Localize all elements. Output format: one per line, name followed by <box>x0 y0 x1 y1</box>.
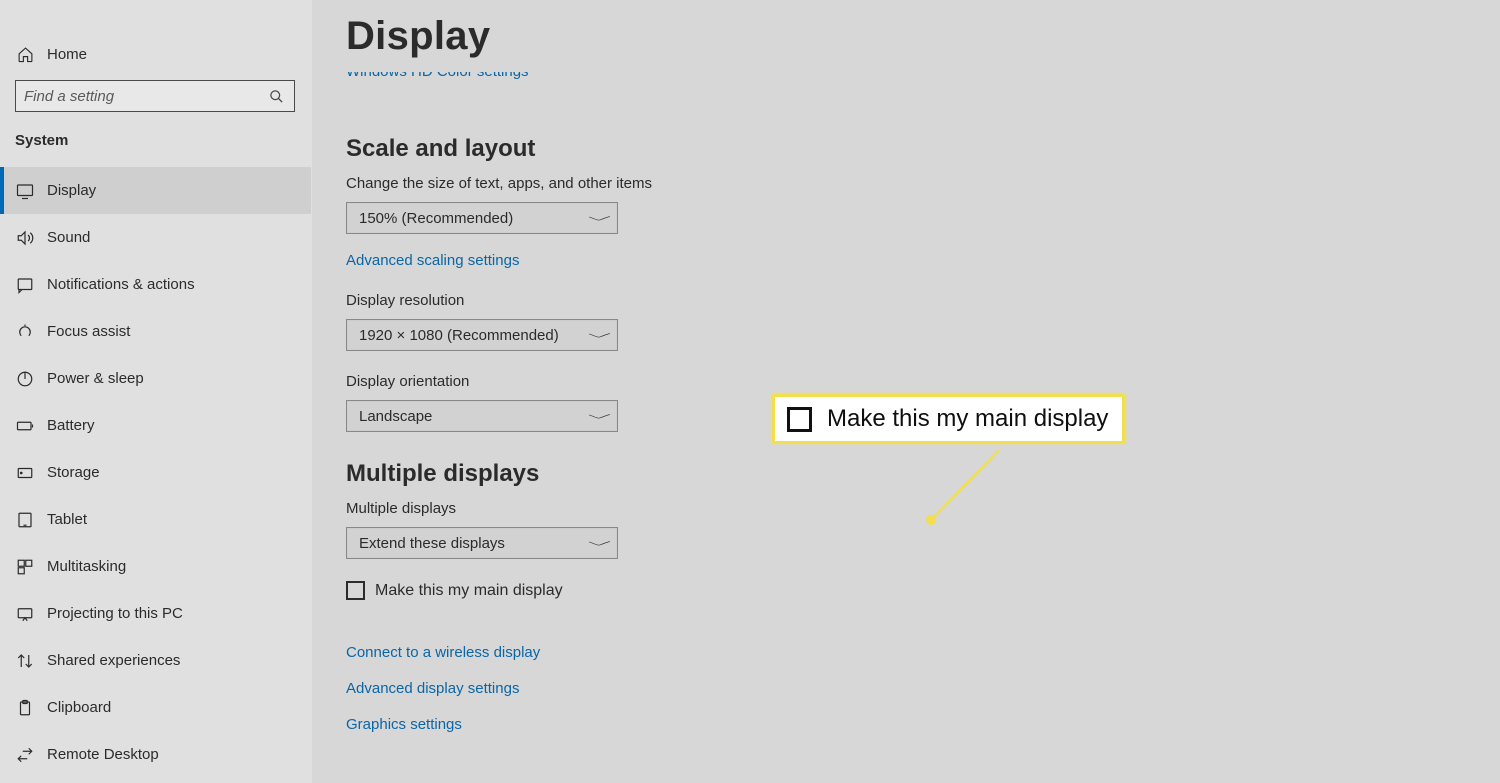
main-display-checkbox[interactable]: Make this my main display <box>346 581 1466 600</box>
sidebar-item-tablet[interactable]: Tablet <box>0 496 311 543</box>
connect-wireless-link[interactable]: Connect to a wireless display <box>346 644 1466 661</box>
sidebar-item-label: Storage <box>47 464 100 481</box>
windows-hd-color-link[interactable]: Windows HD Color settings <box>346 72 529 82</box>
multiple-displays-heading: Multiple displays <box>346 460 1466 488</box>
battery-icon <box>15 417 35 435</box>
project-icon <box>15 605 35 623</box>
home-label: Home <box>47 46 87 63</box>
sidebar-item-label: Notifications & actions <box>47 276 195 293</box>
sidebar-item-remote-desktop[interactable]: Remote Desktop <box>0 731 311 778</box>
sidebar-item-sound[interactable]: Sound <box>0 214 311 261</box>
multiple-displays-label: Multiple displays <box>346 500 1466 517</box>
orientation-dropdown[interactable]: Landscape 〱 <box>346 400 618 432</box>
main-display-checkbox-label: Make this my main display <box>375 582 563 600</box>
callout-text: Make this my main display <box>827 405 1108 433</box>
sidebar-item-label: Sound <box>47 229 90 246</box>
chevron-down-icon: 〱 <box>592 331 608 339</box>
remote-icon <box>15 746 35 764</box>
scale-layout-heading: Scale and layout <box>346 135 1466 163</box>
multiple-displays-value: Extend these displays <box>359 535 505 552</box>
orientation-value: Landscape <box>359 408 432 425</box>
sidebar-item-clipboard[interactable]: Clipboard <box>0 684 311 731</box>
search-icon <box>266 89 286 104</box>
sidebar-item-label: Remote Desktop <box>47 746 159 763</box>
search-placeholder: Find a setting <box>24 88 114 105</box>
resolution-value: 1920 × 1080 (Recommended) <box>359 327 559 344</box>
callout-highlight: Make this my main display <box>772 394 1125 444</box>
storage-icon <box>15 464 35 482</box>
orientation-label: Display orientation <box>346 373 1466 390</box>
chevron-down-icon: 〱 <box>592 539 608 547</box>
page-title: Display <box>346 14 1466 59</box>
sidebar-item-projecting-to-this-pc[interactable]: Projecting to this PC <box>0 590 311 637</box>
checkbox-box-icon <box>787 407 812 432</box>
sidebar-item-label: Clipboard <box>47 699 111 716</box>
sidebar-item-label: Display <box>47 182 96 199</box>
clipboard-icon <box>15 699 35 717</box>
power-icon <box>15 370 35 388</box>
advanced-scaling-link[interactable]: Advanced scaling settings <box>346 252 519 269</box>
sidebar-item-label: Tablet <box>47 511 87 528</box>
notifications-icon <box>15 276 35 294</box>
advanced-display-link[interactable]: Advanced display settings <box>346 680 1466 697</box>
sidebar-item-display[interactable]: Display <box>0 167 311 214</box>
home-button[interactable]: Home <box>15 36 296 72</box>
text-size-label: Change the size of text, apps, and other… <box>346 175 1466 192</box>
graphics-settings-link[interactable]: Graphics settings <box>346 716 1466 733</box>
category-label: System <box>15 132 296 149</box>
sidebar-item-label: Focus assist <box>47 323 130 340</box>
tablet-icon <box>15 511 35 529</box>
resolution-label: Display resolution <box>346 292 1466 309</box>
sidebar-item-label: Multitasking <box>47 558 126 575</box>
checkbox-box-icon <box>346 581 365 600</box>
chevron-down-icon: 〱 <box>592 214 608 222</box>
sidebar-item-storage[interactable]: Storage <box>0 449 311 496</box>
sidebar-item-multitasking[interactable]: Multitasking <box>0 543 311 590</box>
sidebar-item-notifications-actions[interactable]: Notifications & actions <box>0 261 311 308</box>
focus-assist-icon <box>15 323 35 341</box>
resolution-dropdown[interactable]: 1920 × 1080 (Recommended) 〱 <box>346 319 618 351</box>
sidebar-item-power-sleep[interactable]: Power & sleep <box>0 355 311 402</box>
sidebar-nav: Display Sound Notifications & actions Focus… <box>0 167 311 778</box>
multitasking-icon <box>15 558 35 576</box>
sidebar-item-focus-assist[interactable]: Focus assist <box>0 308 311 355</box>
sound-icon <box>15 229 35 247</box>
home-icon <box>15 46 35 63</box>
sidebar-item-label: Battery <box>47 417 95 434</box>
sidebar-item-battery[interactable]: Battery <box>0 402 311 449</box>
settings-sidebar: Home Find a setting System Display Sound N… <box>0 0 312 783</box>
shared-icon <box>15 652 35 670</box>
multiple-displays-dropdown[interactable]: Extend these displays 〱 <box>346 527 618 559</box>
display-icon <box>15 182 35 200</box>
sidebar-item-label: Shared experiences <box>47 652 180 669</box>
search-input[interactable]: Find a setting <box>15 80 295 112</box>
sidebar-item-label: Projecting to this PC <box>47 605 183 622</box>
main-content: Display Windows HD Color settings Scale … <box>312 0 1500 783</box>
text-size-value: 150% (Recommended) <box>359 210 513 227</box>
chevron-down-icon: 〱 <box>592 412 608 420</box>
sidebar-item-shared-experiences[interactable]: Shared experiences <box>0 637 311 684</box>
text-size-dropdown[interactable]: 150% (Recommended) 〱 <box>346 202 618 234</box>
sidebar-item-label: Power & sleep <box>47 370 144 387</box>
